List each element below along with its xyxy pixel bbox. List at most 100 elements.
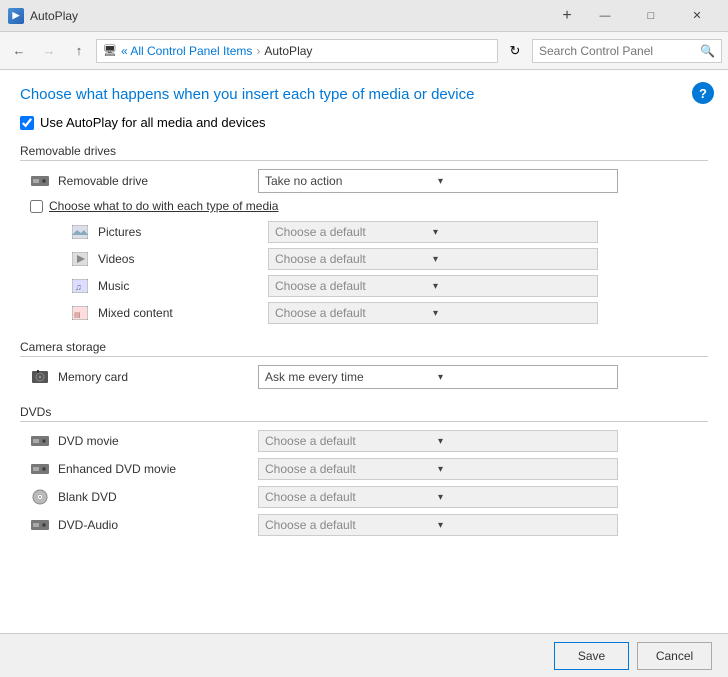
- window-body: ? Choose what happens when you insert ea…: [0, 70, 728, 677]
- blank-dvd-label: Blank DVD: [58, 490, 258, 504]
- dvd-audio-row: DVD-Audio Choose a default ▾: [20, 514, 708, 536]
- enhanced-dvd-dropdown: Choose a default ▾: [258, 458, 618, 480]
- svg-text:▤: ▤: [74, 312, 81, 319]
- forward-button[interactable]: →: [36, 38, 62, 64]
- search-box[interactable]: 🔍: [532, 39, 722, 63]
- autoplay-label: Use AutoPlay for all media and devices: [40, 115, 265, 130]
- dropdown-arrow-icon: ▾: [438, 176, 611, 187]
- window-title: AutoPlay: [30, 9, 552, 23]
- mixed-content-value: Choose a default: [275, 306, 433, 320]
- videos-row: Videos Choose a default ▾: [20, 248, 708, 270]
- blank-dvd-dropdown: Choose a default ▾: [258, 486, 618, 508]
- music-dropdown: Choose a default ▾: [268, 275, 598, 297]
- memory-card-label: Memory card: [58, 370, 258, 384]
- dvd-audio-label: DVD-Audio: [58, 518, 258, 532]
- pictures-row: Pictures Choose a default ▾: [20, 221, 708, 243]
- new-tab-button[interactable]: +: [552, 0, 582, 32]
- music-row: ♫ Music Choose a default ▾: [20, 275, 708, 297]
- dvds-section: DVDs DVD movie Choose a default ▾ Enhanc…: [20, 405, 708, 536]
- page-title: Choose what happens when you insert each…: [20, 86, 708, 103]
- blank-dvd-row: Blank DVD Choose a default ▾: [20, 486, 708, 508]
- enhanced-dvd-icon: [30, 461, 50, 477]
- enhanced-dvd-row: Enhanced DVD movie Choose a default ▾: [20, 458, 708, 480]
- search-input[interactable]: [539, 44, 698, 58]
- removable-drive-value: Take no action: [265, 174, 438, 188]
- pictures-value: Choose a default: [275, 225, 433, 239]
- dvds-header: DVDs: [20, 405, 708, 422]
- breadcrumb-root-icon: 🖥: [103, 44, 117, 57]
- refresh-button[interactable]: ↻: [502, 38, 528, 64]
- music-icon: ♫: [70, 278, 90, 294]
- up-button[interactable]: ↑: [66, 38, 92, 64]
- dvd-movie-label: DVD movie: [58, 434, 258, 448]
- pictures-icon: [70, 224, 90, 240]
- removable-drive-icon: [30, 173, 50, 189]
- videos-icon: [70, 251, 90, 267]
- blank-dvd-value: Choose a default: [265, 490, 438, 504]
- memory-card-icon: [30, 369, 50, 385]
- close-button[interactable]: ✕: [674, 0, 720, 32]
- enhanced-dvd-label: Enhanced DVD movie: [58, 462, 258, 476]
- help-button[interactable]: ?: [692, 82, 714, 104]
- dvd-movie-dropdown: Choose a default ▾: [258, 430, 618, 452]
- enhanced-dvd-value: Choose a default: [265, 462, 438, 476]
- memory-card-dropdown-arrow: ▾: [438, 372, 611, 383]
- app-icon: ▶: [8, 8, 24, 24]
- dvd-movie-value: Choose a default: [265, 434, 438, 448]
- removable-drives-section: Removable drives Removable drive Take no…: [20, 144, 708, 324]
- mixed-content-dropdown: Choose a default ▾: [268, 302, 598, 324]
- cancel-button[interactable]: Cancel: [637, 642, 712, 670]
- music-value: Choose a default: [275, 279, 433, 293]
- videos-label: Videos: [98, 252, 268, 266]
- content-area: ? Choose what happens when you insert ea…: [0, 70, 728, 633]
- address-bar: ← → ↑ 🖥 « All Control Panel Items › Auto…: [0, 32, 728, 70]
- dvd-audio-dropdown-arrow: ▾: [438, 520, 611, 531]
- blank-dvd-icon: [30, 489, 50, 505]
- dvd-audio-dropdown: Choose a default ▾: [258, 514, 618, 536]
- memory-card-value: Ask me every time: [265, 370, 438, 384]
- breadcrumb-current: AutoPlay: [264, 44, 312, 58]
- removable-drive-label: Removable drive: [58, 174, 258, 188]
- autoplay-checkbox-row: Use AutoPlay for all media and devices: [20, 115, 708, 130]
- mixed-content-icon: ▤: [70, 305, 90, 321]
- dvd-movie-row: DVD movie Choose a default ▾: [20, 430, 708, 452]
- save-button[interactable]: Save: [554, 642, 629, 670]
- breadcrumb-root[interactable]: « All Control Panel Items: [121, 44, 252, 58]
- sub-media-label: Choose what to do with each type of medi…: [49, 199, 278, 213]
- pictures-dropdown: Choose a default ▾: [268, 221, 598, 243]
- sub-media-checkbox[interactable]: [30, 200, 43, 213]
- back-button[interactable]: ←: [6, 38, 32, 64]
- minimize-button[interactable]: —: [582, 0, 628, 32]
- title-bar: ▶ AutoPlay + — □ ✕: [0, 0, 728, 32]
- mixed-content-dropdown-arrow: ▾: [433, 308, 591, 319]
- breadcrumb-separator: ›: [256, 44, 260, 58]
- mixed-content-row: ▤ Mixed content Choose a default ▾: [20, 302, 708, 324]
- pictures-label: Pictures: [98, 225, 268, 239]
- camera-storage-header: Camera storage: [20, 340, 708, 357]
- camera-storage-section: Camera storage Memory card Ask me every …: [20, 340, 708, 389]
- music-dropdown-arrow: ▾: [433, 281, 591, 292]
- bottom-bar: Save Cancel: [0, 633, 728, 677]
- videos-dropdown-arrow: ▾: [433, 254, 591, 265]
- mixed-content-label: Mixed content: [98, 306, 268, 320]
- removable-drives-header: Removable drives: [20, 144, 708, 161]
- dvd-audio-icon: [30, 517, 50, 533]
- search-icon: 🔍: [700, 44, 715, 58]
- restore-button[interactable]: □: [628, 0, 674, 32]
- removable-drive-dropdown[interactable]: Take no action ▾: [258, 169, 618, 193]
- enhanced-dvd-dropdown-arrow: ▾: [438, 464, 611, 475]
- dvd-movie-dropdown-arrow: ▾: [438, 436, 611, 447]
- dvd-audio-value: Choose a default: [265, 518, 438, 532]
- memory-card-dropdown[interactable]: Ask me every time ▾: [258, 365, 618, 389]
- blank-dvd-dropdown-arrow: ▾: [438, 492, 611, 503]
- music-label: Music: [98, 279, 268, 293]
- removable-drive-row: Removable drive Take no action ▾: [20, 169, 708, 193]
- videos-value: Choose a default: [275, 252, 433, 266]
- svg-text:♫: ♫: [75, 282, 82, 292]
- breadcrumb: 🖥 « All Control Panel Items › AutoPlay: [96, 39, 498, 63]
- autoplay-checkbox[interactable]: [20, 116, 34, 130]
- sub-media-checkbox-row: Choose what to do with each type of medi…: [20, 199, 708, 213]
- videos-dropdown: Choose a default ▾: [268, 248, 598, 270]
- pictures-dropdown-arrow: ▾: [433, 227, 591, 238]
- memory-card-row: Memory card Ask me every time ▾: [20, 365, 708, 389]
